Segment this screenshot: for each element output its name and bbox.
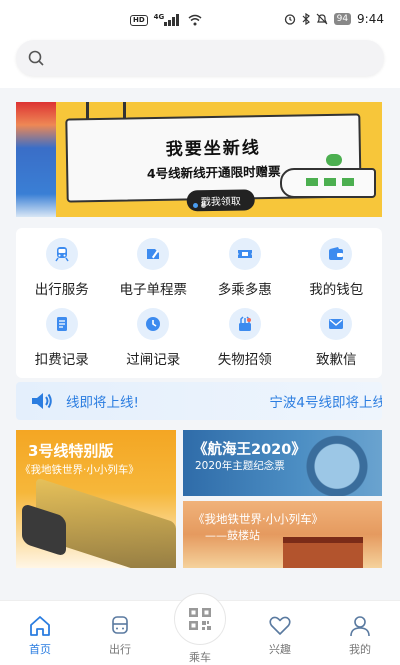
service-charge-records[interactable]: 扣费记录: [16, 308, 108, 370]
mail-icon: [320, 308, 353, 340]
service-e-ticket[interactable]: 电子单程票: [108, 238, 200, 300]
service-lost-found[interactable]: 失物招领: [199, 308, 291, 370]
services-panel: 出行服务 电子单程票 多乘多惠 我的钱包 扣费记录 过闸记录 失物招领 致歉信: [16, 228, 382, 378]
promo-title: 《我地铁世界·小小列车》: [193, 512, 324, 526]
service-label: 失物招领: [217, 352, 272, 368]
pagination-dot-active: [193, 203, 198, 208]
promo-card-line3[interactable]: 3号线特别版 《我地铁世界·小小列车》: [16, 430, 176, 568]
qr-code-icon: [189, 608, 211, 630]
service-travel[interactable]: 出行服务: [16, 238, 108, 300]
lost-found-icon: [228, 308, 261, 340]
tab-interest[interactable]: 兴趣: [240, 601, 320, 665]
service-gate-records[interactable]: 过闸记录: [108, 308, 200, 370]
wallet-icon: [320, 238, 353, 270]
service-label: 出行服务: [34, 282, 89, 298]
search-input[interactable]: [52, 50, 384, 66]
tab-travel[interactable]: 出行: [80, 601, 160, 665]
search-box[interactable]: [16, 40, 384, 76]
train-illustration: [280, 168, 376, 198]
mute-bell-icon: [316, 13, 328, 25]
subway-icon: [112, 616, 128, 634]
service-label: 扣费记录: [34, 352, 89, 368]
tab-ride[interactable]: 乘车: [160, 593, 240, 665]
alarm-icon: [284, 14, 295, 25]
network-label: 4G: [153, 13, 165, 21]
promo-title: 3号线特别版: [28, 442, 114, 460]
drum-tower-illustration: [283, 537, 363, 568]
tab-label: 兴趣: [269, 643, 291, 656]
tab-label: 乘车: [189, 651, 211, 664]
banner-pagination: [193, 203, 206, 208]
battery-icon: 94: [333, 13, 352, 25]
tab-mine[interactable]: 我的: [320, 601, 400, 665]
tab-label: 出行: [109, 643, 131, 656]
promo-card-onepiece[interactable]: 《航海王2020》 2020年主题纪念票: [183, 430, 382, 496]
bottom-tab-bar: 首页 出行 乘车 兴趣 我的: [0, 593, 400, 665]
service-label: 电子单程票: [119, 282, 188, 298]
promo-subtitle: 《我地铁世界·小小列车》: [20, 464, 139, 476]
record-icon: [45, 308, 78, 340]
tab-home[interactable]: 首页: [0, 601, 80, 665]
promo-title: 《航海王2020》: [193, 442, 306, 458]
banner-title: 我要坐新线: [165, 138, 262, 160]
search-bar: [0, 40, 400, 88]
service-label: 我的钱包: [309, 282, 364, 298]
clock-time: 9:44: [357, 12, 384, 26]
heart-icon: [269, 616, 291, 635]
bluetooth-icon: [302, 13, 310, 25]
promo-card-drum-tower[interactable]: 《我地铁世界·小小列车》 ——鼓楼站: [183, 501, 382, 568]
notice-text-left: 线即将上线!: [66, 395, 139, 411]
promo-subtitle: ——鼓楼站: [205, 529, 260, 542]
banner-photo: [16, 102, 56, 217]
promo-subtitle: 2020年主题纪念票: [195, 460, 285, 472]
user-icon: [350, 616, 370, 637]
speaker-icon: [30, 391, 56, 411]
tab-label: 首页: [29, 643, 51, 656]
service-label: 多乘多惠: [217, 282, 272, 298]
hd-icon: HD: [130, 14, 148, 26]
service-multi-ride[interactable]: 多乘多惠: [199, 238, 291, 300]
pagination-dot: [201, 203, 206, 208]
qr-code-button[interactable]: [174, 593, 226, 645]
discount-ticket-icon: [228, 238, 261, 270]
signal-icon: [164, 14, 182, 26]
status-icons: HD 4G: [130, 13, 202, 26]
service-label: 过闸记录: [126, 352, 181, 368]
status-bar: HD 4G 94 9:44: [0, 0, 400, 44]
home-icon: [30, 616, 50, 636]
clock-icon: [137, 308, 170, 340]
ticket-edit-icon: [137, 238, 170, 270]
promo-banner[interactable]: 我要坐新线 4号线新线开通限时赠票 戳我领取: [16, 102, 382, 217]
notice-text-right: 宁波4号线即将上线: [269, 395, 382, 411]
service-label: 致歉信: [316, 352, 357, 368]
banner-claim-button[interactable]: 戳我领取: [186, 189, 255, 212]
wifi-icon: [188, 14, 202, 26]
status-right: 94 9:44: [284, 12, 384, 26]
chat-bubble-icon: [326, 154, 342, 166]
search-icon: [28, 50, 44, 66]
service-apology-letter[interactable]: 致歉信: [291, 308, 383, 370]
service-wallet[interactable]: 我的钱包: [291, 238, 383, 300]
tab-label: 我的: [349, 643, 371, 656]
notice-marquee[interactable]: 线即将上线! 宁波4号线即将上线: [16, 382, 382, 420]
subway-icon: [45, 238, 78, 270]
